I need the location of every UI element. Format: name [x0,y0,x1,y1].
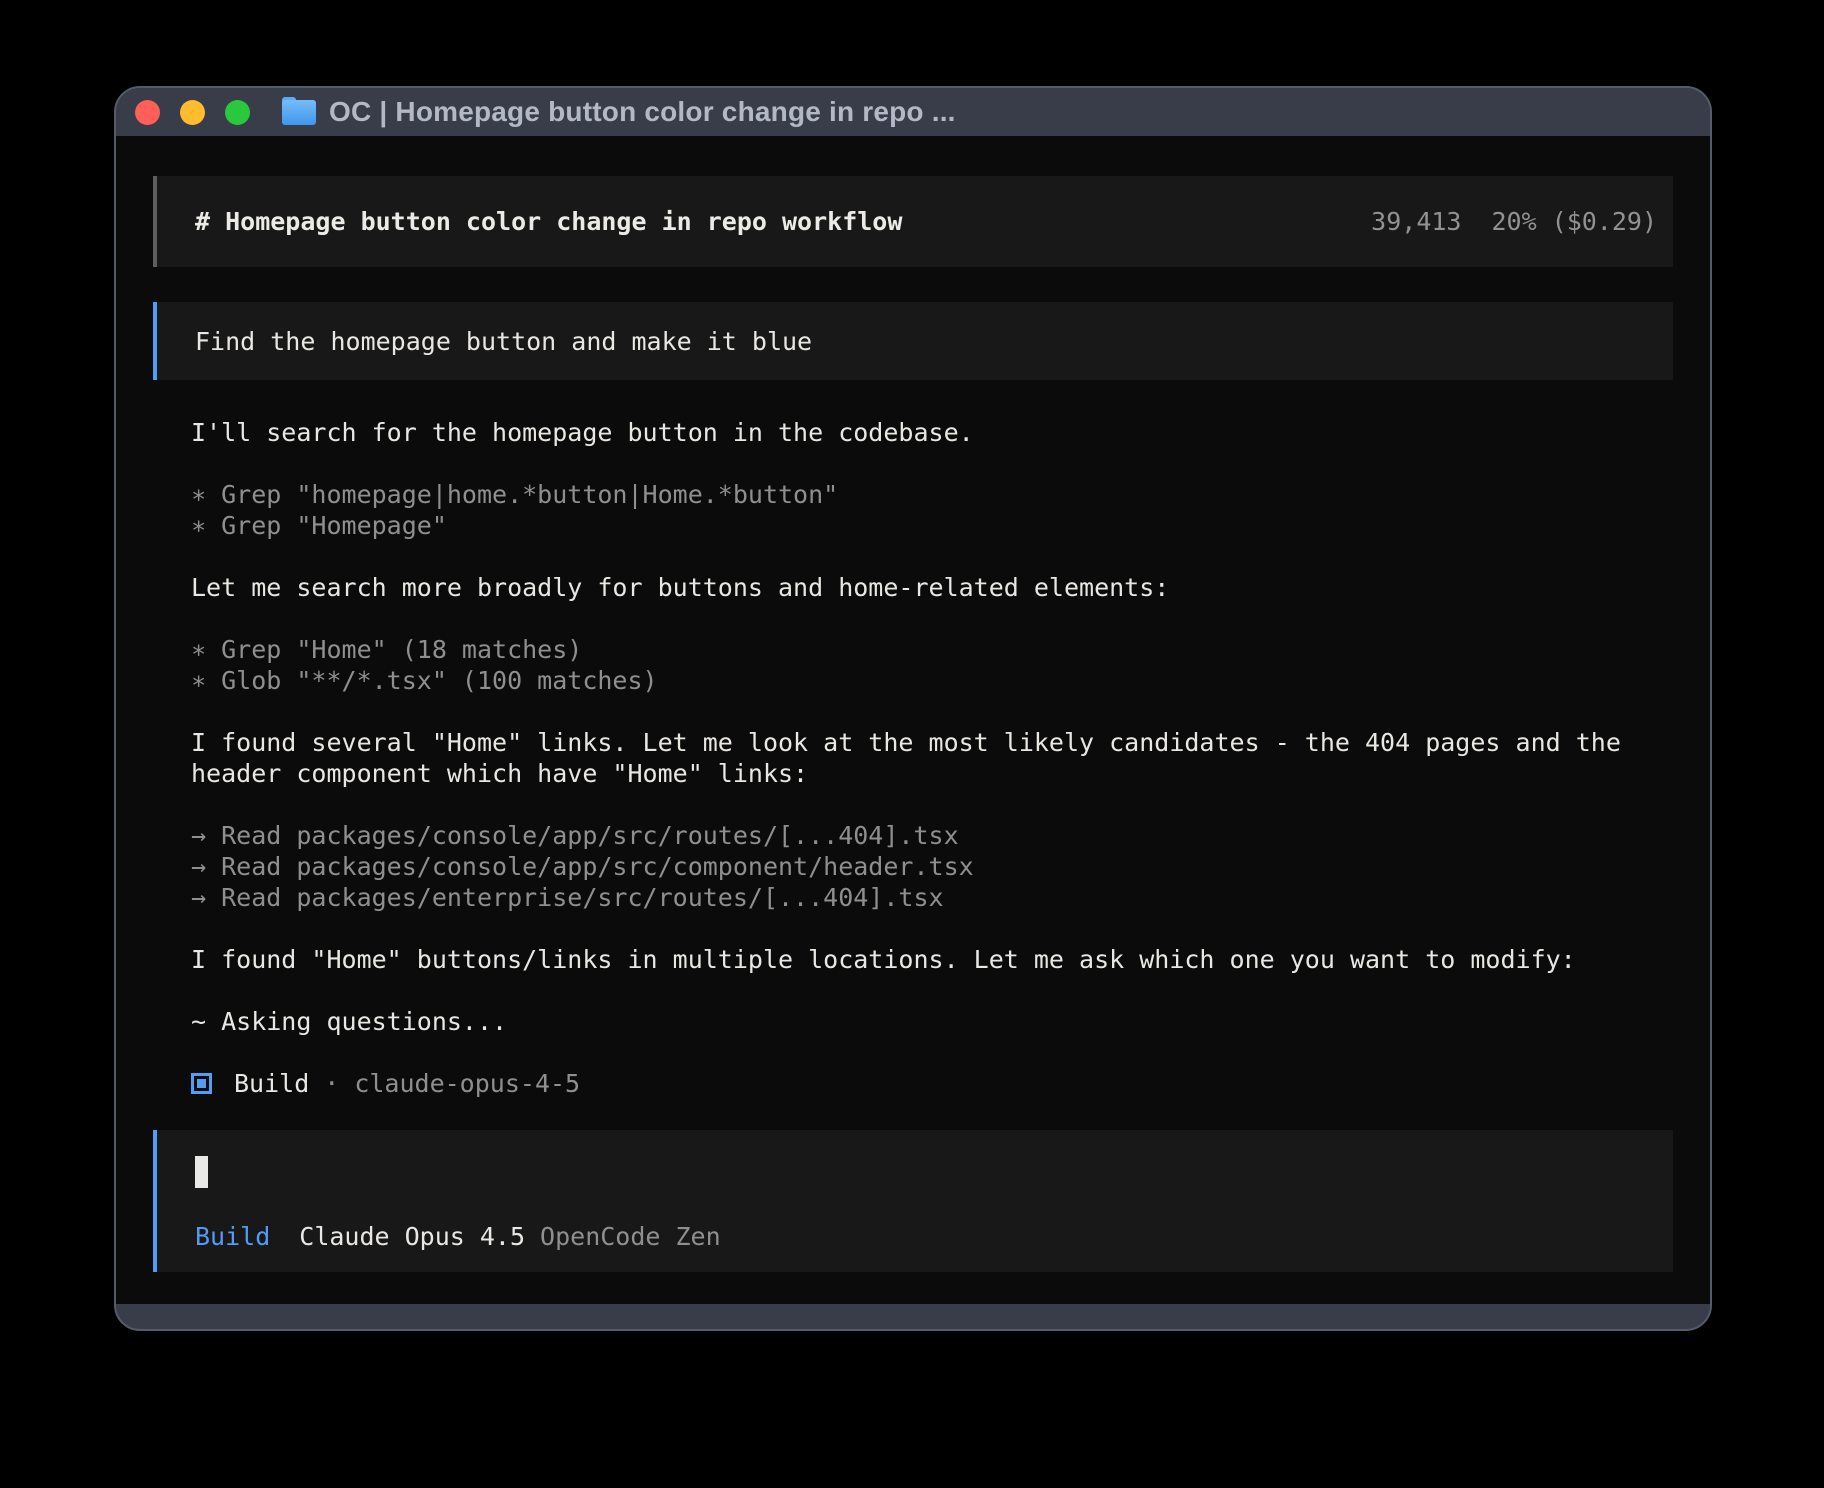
token-count: 39,413 [1371,206,1461,237]
shortcut-commands: ctrl+pcommands [1511,1288,1710,1304]
assistant-text: I found "Home" buttons/links in multiple… [191,944,1673,975]
agent-status-line: Build · claude-opus-4-5 [191,1068,1673,1099]
agent-name: Build [234,1068,309,1099]
folder-icon [282,100,316,125]
active-agent-label[interactable]: Build [195,1221,270,1252]
separator-dot: · [324,1068,339,1099]
tool-call-group: ∗ Grep "Home" (18 matches) ∗ Glob "**/*.… [191,634,1673,696]
tool-call-group: → Read packages/console/app/src/routes/[… [191,820,1673,913]
shortcut-variants: ctrl+tvariants [719,1288,1123,1304]
session-title: # Homepage button color change in repo w… [195,206,902,237]
assistant-text: Let me search more broadly for buttons a… [191,572,1673,603]
status-bar-left: escinterrupt [153,1288,690,1304]
session-cost: ($0.29) [1552,206,1657,237]
window-titlebar[interactable]: OC | Homepage button color change in rep… [116,88,1710,136]
input-meta-row: Build Claude Opus 4.5 OpenCode Zen [195,1221,1635,1252]
zoom-button-icon[interactable] [225,100,250,125]
shortcut-agents: tabagents [1153,1288,1482,1304]
model-provider-label: OpenCode Zen [540,1221,721,1252]
tool-call-grep: ∗ Grep "Home" (18 matches) [191,634,1673,665]
active-model-label[interactable]: Claude Opus 4.5 [299,1221,525,1252]
session-header: # Homepage button color change in repo w… [153,176,1673,267]
tool-call-glob: ∗ Glob "**/*.tsx" (100 matches) [191,665,1673,696]
assistant-text: I found several "Home" links. Let me loo… [191,727,1673,789]
agent-model: claude-opus-4-5 [354,1068,580,1099]
user-message: Find the homepage button and make it blu… [153,302,1673,380]
minimize-button-icon[interactable] [180,100,205,125]
close-button-icon[interactable] [135,100,160,125]
terminal-content: # Homepage button color change in repo w… [116,136,1710,1304]
text-cursor [195,1156,208,1188]
traffic-lights [135,100,250,125]
tool-call-read: → Read packages/console/app/src/routes/[… [191,820,1673,851]
session-stats: 39,413 20% ($0.29) [1371,206,1657,237]
tool-call-grep: ∗ Grep "homepage|home.*button|Home.*butt… [191,479,1673,510]
assistant-text: I'll search for the homepage button in t… [191,417,1673,448]
tool-call-read: → Read packages/console/app/src/componen… [191,851,1673,882]
assistant-response: I'll search for the homepage button in t… [191,417,1673,1099]
prompt-input[interactable]: Build Claude Opus 4.5 OpenCode Zen [153,1130,1673,1272]
tool-call-group: ∗ Grep "homepage|home.*button|Home.*butt… [191,479,1673,541]
desktop-background: OC | Homepage button color change in rep… [0,0,1824,1488]
window-title: OC | Homepage button color change in rep… [329,96,956,128]
shortcut-interrupt: escinterrupt [316,1288,690,1304]
agent-build-icon [191,1073,212,1094]
context-percentage: 20% [1491,206,1536,237]
user-message-text: Find the homepage button and make it blu… [195,326,812,357]
status-bar-right: ctrl+tvariants tabagents ctrl+pcommands [690,1288,1710,1304]
asking-questions-status: ~ Asking questions... [191,1006,1673,1037]
tool-call-grep: ∗ Grep "Homepage" [191,510,1673,541]
terminal-window: OC | Homepage button color change in rep… [114,86,1712,1331]
status-bar: escinterrupt ctrl+tvariants tabagents ct… [153,1288,1673,1304]
tool-call-read: → Read packages/enterprise/src/routes/[.… [191,882,1673,913]
